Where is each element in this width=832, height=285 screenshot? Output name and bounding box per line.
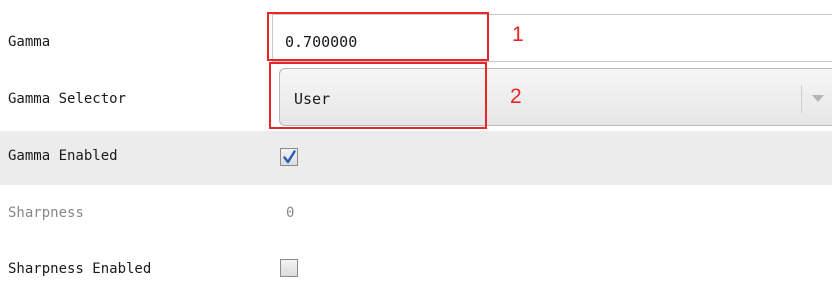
annotation-number-1: 1: [512, 23, 524, 46]
gamma-label: Gamma: [8, 34, 51, 50]
gamma-enabled-checkbox[interactable]: [280, 148, 298, 166]
dropdown-divider: [801, 85, 802, 113]
gamma-input-value: 0.700000: [285, 33, 358, 51]
gamma-row: Gamma 0.700000: [0, 0, 832, 64]
sharpness-label: Sharpness: [8, 205, 84, 221]
gamma-selector-value: User: [294, 90, 331, 108]
sharpness-row: Sharpness 0: [0, 185, 832, 239]
sharpness-value: 0: [286, 205, 295, 221]
sharpness-enabled-row: Sharpness Enabled: [0, 239, 832, 285]
sharpness-enabled-label: Sharpness Enabled: [8, 261, 152, 277]
annotation-number-2: 2: [510, 85, 522, 108]
gamma-input[interactable]: 0.700000: [272, 14, 832, 62]
gamma-selector-dropdown[interactable]: User: [279, 68, 832, 126]
checkmark-icon: [283, 150, 296, 164]
gamma-selector-row: Gamma Selector User: [0, 64, 832, 130]
chevron-down-icon[interactable]: [812, 95, 824, 102]
gamma-selector-label: Gamma Selector: [8, 91, 127, 107]
gamma-enabled-label: Gamma Enabled: [8, 148, 118, 164]
sharpness-enabled-checkbox[interactable]: [280, 259, 298, 277]
gamma-enabled-row: Gamma Enabled: [0, 131, 832, 185]
